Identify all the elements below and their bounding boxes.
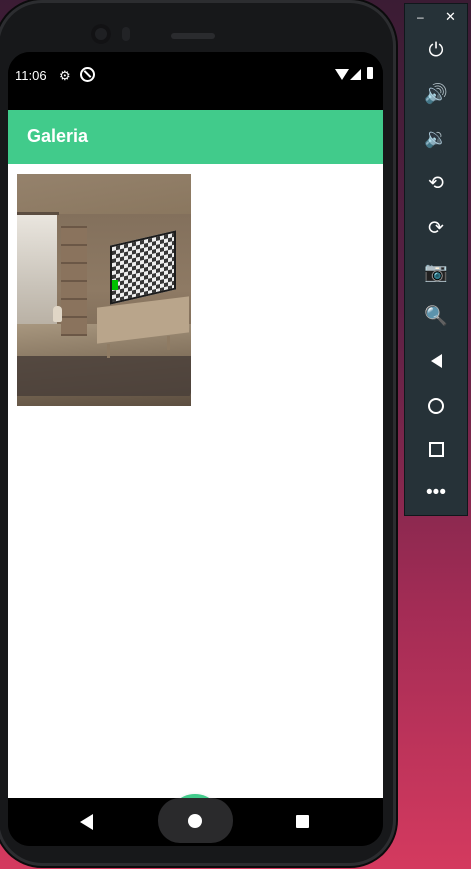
gallery-photo-thumbnail[interactable]	[17, 174, 191, 406]
wifi-icon	[335, 69, 349, 80]
status-bar: 11:06 ⚙	[8, 52, 383, 110]
front-camera	[91, 24, 111, 44]
zoom-button[interactable]: 🔍	[421, 302, 451, 332]
zoom-icon: 🔍	[424, 306, 448, 327]
overview-button[interactable]	[421, 434, 451, 464]
power-button[interactable]: ⏻	[421, 36, 451, 66]
close-icon[interactable]: ✕	[445, 9, 456, 25]
power-icon: ⏻	[428, 40, 444, 61]
volume-up-button[interactable]: 🔊	[421, 80, 451, 110]
home-icon[interactable]	[188, 814, 202, 828]
minimize-icon[interactable]: –	[417, 10, 424, 24]
photo-window	[17, 214, 57, 334]
gear-icon: ⚙	[59, 68, 71, 83]
proximity-sensor	[122, 27, 130, 41]
back-icon[interactable]	[80, 814, 93, 830]
home-icon	[428, 398, 444, 414]
volume-down-button[interactable]: 🔉	[421, 124, 451, 154]
photo-cat	[53, 306, 62, 322]
photo-console-leg	[167, 336, 170, 350]
rotate-left-icon: ⟲	[428, 173, 444, 194]
photo-console-leg	[107, 344, 110, 358]
gallery-grid	[8, 164, 383, 846]
more-icon: •••	[426, 482, 446, 503]
camera-icon: 📷	[424, 262, 448, 283]
app-bar: Galeria	[8, 110, 383, 164]
rotate-left-button[interactable]: ⟲	[421, 169, 451, 199]
recents-icon[interactable]	[296, 815, 309, 828]
rotate-right-icon: ⟳	[428, 218, 444, 239]
photo-tv-marker	[112, 280, 118, 290]
back-icon	[430, 354, 442, 368]
photo-window-frame	[17, 212, 59, 215]
screenshot-button[interactable]: 📷	[421, 258, 451, 288]
back-button[interactable]	[421, 346, 451, 376]
photo-tv-screen	[110, 230, 176, 305]
photo-ceiling	[17, 174, 191, 214]
emulator-toolbar: – ✕ ⏻ 🔊 🔉 ⟲ ⟳ 📷 🔍 •••	[404, 3, 468, 516]
overview-icon	[428, 442, 444, 457]
status-time: 11:06	[15, 68, 47, 83]
do-not-disturb-icon	[80, 67, 95, 82]
battery-icon	[367, 67, 373, 79]
volume-up-icon: 🔊	[424, 84, 448, 105]
photo-bookshelf	[61, 226, 87, 336]
photo-rug	[17, 356, 191, 396]
device-screen: 11:06 ⚙ Galeria	[8, 52, 383, 846]
earpiece-speaker	[171, 33, 215, 39]
volume-down-icon: 🔉	[424, 128, 448, 149]
home-button[interactable]	[421, 390, 451, 420]
more-button[interactable]: •••	[421, 478, 451, 508]
rotate-right-button[interactable]: ⟳	[421, 214, 451, 244]
navigation-bar	[8, 798, 383, 846]
page-title: Galeria	[27, 126, 89, 146]
signal-icon	[350, 69, 361, 80]
